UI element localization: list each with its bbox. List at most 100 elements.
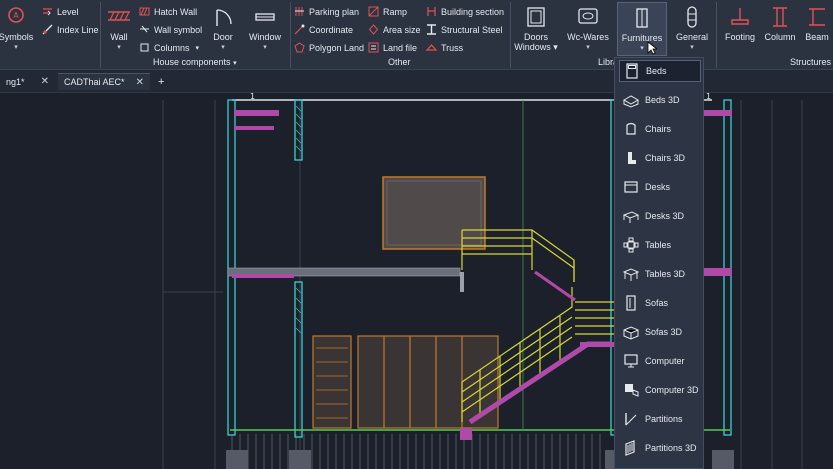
door-button[interactable]: Door ▾ [208,6,238,51]
hatch-wall-button[interactable]: Hatch Wall [139,6,197,17]
menu-item-tables-3d[interactable]: Tables 3D [619,263,701,285]
drawing-canvas[interactable]: 1 1 [0,92,833,469]
land-file-button[interactable]: Land file [368,42,417,53]
computer-icon [624,354,638,368]
level-icon [43,8,52,16]
symbols-label: Symbols [0,32,34,42]
ribbon: A Symbols ▾ Level Index Line Wall ▾ Hatc… [0,0,833,70]
parking-plan-label: Parking plan [309,6,360,17]
close-icon[interactable]: ✕ [136,77,144,88]
footing-button[interactable]: Footing [720,6,760,42]
coordinate-button[interactable]: Coordinate [294,24,353,35]
window-button[interactable]: Window ▾ [245,6,285,51]
sofa-icon [626,295,636,311]
doors-windows-icon [527,7,545,27]
new-tab-button[interactable]: + [152,73,170,90]
door-label: Door [213,32,233,42]
chevron-down-icon: ▾ [195,44,200,52]
menu-item-desks-3d[interactable]: Desks 3D [619,205,701,227]
menu-item-computer[interactable]: Computer [619,350,701,372]
columns-icon [140,43,149,52]
ramp-icon [368,6,379,17]
columns-label: Columns [154,42,190,53]
partition-3d-icon [625,440,635,456]
menu-item-desks[interactable]: Desks [619,176,701,198]
desk-icon [624,181,638,193]
other-group: Other [388,57,411,67]
wall-symbol-button[interactable]: Wall symbol [139,24,202,35]
index-line-button[interactable]: Index Line [42,24,99,35]
structural-steel-button[interactable]: Structural Steel [426,24,503,35]
hatch-wall-label: Hatch Wall [154,6,198,17]
menu-item-chairs-3d[interactable]: Chairs 3D [619,147,701,169]
plus-icon: + [158,75,165,88]
wall-symbol-icon [140,25,149,33]
house-components-group[interactable]: House components ▾ [153,57,237,67]
column-button[interactable]: Column [760,6,800,42]
polygon-land-icon [294,42,305,53]
coordinate-icon [294,24,305,35]
truss-icon [426,44,437,51]
menu-item-partitions-3d[interactable]: Partitions 3D [619,437,701,459]
menu-item-beds[interactable]: Beds [619,60,701,82]
general-label: General [675,32,709,42]
chevron-down-icon: ▾ [233,60,237,67]
building-section-label: Building section [441,6,505,17]
menu-item-beds-3d[interactable]: Beds 3D [619,89,701,111]
land-file-label: Land file [383,42,418,53]
column-icon [773,7,787,27]
bed-icon [626,63,638,79]
tab-drawing1[interactable]: ng1* ✕ [0,73,55,90]
tab-cadthai-aec[interactable]: CADThai AEC* ✕ [58,73,150,90]
chevron-down-icon: ▾ [586,44,590,51]
wall-button[interactable]: Wall ▾ [103,6,135,51]
level-marker-right: 1 [706,92,711,101]
menu-item-chairs[interactable]: Chairs [619,118,701,140]
index-line-icon [42,24,53,35]
sofa-3d-icon [623,326,639,340]
footing-label: Footing [724,32,756,42]
chevron-down-icon: ▾ [117,44,121,51]
menu-item-partitions[interactable]: Partitions [619,408,701,430]
building-section-icon [427,7,436,16]
svg-text:A: A [13,11,19,20]
wardrobe-icon [636,8,648,28]
chevron-down-icon: ▾ [640,45,644,52]
general-button[interactable]: General ▾ [672,6,712,51]
polygon-land-label: Polygon Land [309,42,365,53]
document-tabs: ng1* ✕ CADThai AEC* ✕ + [0,70,833,92]
columns-button[interactable]: Columns ▾ [139,42,199,53]
menu-item-sofas-3d[interactable]: Sofas 3D [619,321,701,343]
wall-icon [108,11,130,21]
ramp-button[interactable]: Ramp [368,6,407,17]
symbols-button[interactable]: A Symbols ▾ [0,6,38,51]
table-3d-icon [623,268,639,281]
land-file-icon [368,42,379,53]
close-icon[interactable]: ✕ [41,76,49,87]
polygon-land-button[interactable]: Polygon Land [294,42,364,53]
menu-item-computer-3d[interactable]: Computer 3D [619,379,701,401]
building-section-drawing[interactable]: 1 1 [0,92,833,469]
structural-steel-icon [427,24,436,35]
parking-plan-icon [295,7,304,16]
menu-item-tables[interactable]: Tables [619,234,701,256]
level-button[interactable]: Level [42,6,79,17]
doors-windows-button[interactable]: Doors Windows ▾ [514,6,558,53]
footing-icon [731,8,749,25]
chevron-down-icon: ▾ [263,44,267,51]
area-size-button[interactable]: Area size [368,24,421,35]
furnitures-button[interactable]: Furnitures ▾ [617,2,667,56]
panel-separator [716,2,717,68]
truss-button[interactable]: Truss [426,42,463,53]
building-section-button[interactable]: Building section [426,6,504,17]
menu-item-sofas[interactable]: Sofas [619,292,701,314]
parking-plan-button[interactable]: Parking plan [294,6,359,17]
windows-label: Windows ▾ [514,42,558,52]
wc-wares-button[interactable]: Wc-Wares ▾ [566,6,610,51]
partition-icon [625,413,637,426]
panel-separator [100,2,101,68]
beam-button[interactable]: Beam [800,6,833,42]
chevron-down-icon: ▾ [221,44,225,51]
table-icon [623,237,639,253]
wc-wares-icon [578,8,598,24]
